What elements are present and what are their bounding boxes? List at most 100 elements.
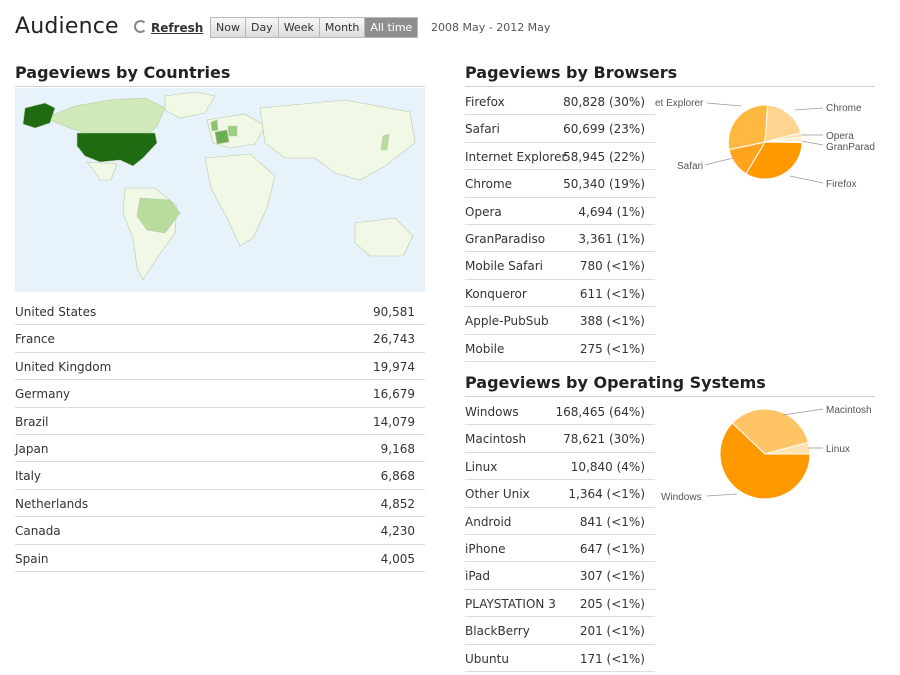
os-name: Macintosh [465, 432, 527, 447]
os-value: 168,465 (64%) [555, 405, 645, 419]
map-region-france [214, 129, 230, 145]
refresh-icon [134, 20, 147, 33]
table-row: Other Unix 1,364 (<1%) [465, 480, 655, 508]
table-row: Linux 10,840 (4%) [465, 453, 655, 481]
table-row: iPad 307 (<1%) [465, 562, 655, 590]
label-leader [706, 102, 742, 107]
table-row: Brazil 14,079 [15, 408, 425, 435]
browser-name: Internet Explorer [465, 149, 567, 164]
refresh-label: Refresh [151, 21, 204, 35]
time-range-toggle: Now Day Week Month All time [210, 17, 419, 38]
country-value: 90,581 [373, 305, 415, 319]
refresh-button[interactable]: Refresh [134, 20, 203, 35]
browser-name: Firefox [465, 95, 505, 109]
world-map[interactable] [15, 88, 425, 292]
page-title: Audience [15, 14, 119, 39]
country-value: 19,974 [373, 359, 415, 374]
os-name: Other Unix [465, 487, 530, 502]
browsers-table: Firefox 80,828 (30%) Safari 60,699 (23%) I… [465, 88, 655, 362]
country-value: 4,852 [380, 496, 415, 511]
table-row: Opera 4,694 (1%) [465, 198, 655, 225]
browser-value: 780 (<1%) [579, 259, 645, 274]
browser-name: Konqueror [465, 286, 527, 301]
country-name: Germany [15, 387, 71, 402]
table-row: PLAYSTATION 3 205 (<1%) [465, 590, 655, 618]
country-name: Italy [15, 469, 42, 484]
table-row: Android 841 (<1%) [465, 508, 655, 535]
label-leader [801, 140, 824, 146]
table-row: Germany 16,679 [15, 380, 425, 408]
country-value: 9,168 [380, 441, 415, 456]
label-leader [704, 157, 734, 166]
country-name: United Kingdom [15, 359, 112, 374]
table-row: Spain 4,005 [15, 545, 425, 572]
browser-value: 4,694 (1%) [578, 204, 645, 219]
range-month-button[interactable]: Month [319, 18, 366, 37]
table-row: BlackBerry 201 (<1%) [465, 617, 655, 645]
table-row: Japan 9,168 [15, 435, 425, 463]
os-name: Linux [465, 459, 498, 474]
world-map-svg [15, 88, 425, 292]
country-name: United States [15, 305, 97, 319]
country-name: France [15, 332, 55, 347]
range-day-button[interactable]: Day [245, 18, 279, 37]
table-row: Mobile Safari 780 (<1%) [465, 252, 655, 280]
table-row: Italy 6,868 [15, 462, 425, 490]
table-row: France 26,743 [15, 325, 425, 353]
os-name: Android [465, 514, 512, 529]
country-value: 26,743 [373, 332, 415, 347]
range-all-time-button[interactable]: All time [365, 18, 418, 37]
browser-value: 80,828 (30%) [563, 95, 645, 109]
table-row: Konqueror 611 (<1%) [465, 280, 655, 308]
country-value: 6,868 [380, 469, 415, 484]
table-row: GranParadiso 3,361 (1%) [465, 225, 655, 253]
browser-value: 50,340 (19%) [563, 177, 645, 192]
label-leader [789, 175, 824, 184]
os-pie-chart: Macintosh Linux Windows [661, 405, 872, 503]
pie-label-chrome: Chrome [826, 103, 862, 114]
browser-value: 60,699 (23%) [563, 122, 645, 137]
countries-title: Pageviews by Countries [15, 63, 231, 82]
table-row: Internet Explorer 58,945 (22%) [465, 143, 655, 171]
browser-name: GranParadiso [465, 231, 546, 246]
pie-slice-other-browsers [764, 140, 803, 144]
countries-table: United States 90,581 France 26,743 United … [15, 298, 425, 572]
label-leader [706, 493, 738, 497]
range-now-button[interactable]: Now [211, 18, 246, 37]
os-value: 647 (<1%) [579, 541, 645, 556]
date-range-label: 2008 May - 2012 May [431, 21, 551, 34]
browsers-divider [465, 86, 875, 87]
browser-value: 388 (<1%) [579, 314, 645, 329]
os-value: 201 (<1%) [579, 624, 645, 639]
label-leader [794, 107, 824, 111]
countries-divider [15, 86, 425, 87]
os-name: Ubuntu [465, 651, 509, 666]
browsers-title: Pageviews by Browsers [465, 63, 678, 82]
table-row: Ubuntu 171 (<1%) [465, 645, 655, 672]
os-value: 205 (<1%) [579, 596, 645, 611]
table-row: Firefox 80,828 (30%) [465, 88, 655, 116]
range-week-button[interactable]: Week [278, 18, 320, 37]
country-name: Japan [15, 441, 49, 456]
table-row: Macintosh 78,621 (30%) [465, 425, 655, 453]
table-row: Canada 4,230 [15, 517, 425, 545]
pie-label-linux: Linux [826, 444, 850, 455]
table-row: Netherlands 4,852 [15, 490, 425, 518]
browser-value: 58,945 (22%) [563, 149, 645, 164]
browser-name: Chrome [465, 177, 513, 192]
browsers-pie-chart: et Explorer Chrome Opera GranParad Safar… [655, 98, 875, 190]
country-value: 14,079 [373, 414, 415, 429]
os-divider [465, 396, 875, 397]
table-row: United Kingdom 19,974 [15, 353, 425, 381]
os-name: Windows [465, 405, 519, 419]
country-name: Brazil [15, 414, 49, 429]
os-name: iPad [465, 569, 491, 584]
os-value: 78,621 (30%) [563, 432, 645, 447]
browser-value: 275 (<1%) [579, 341, 645, 356]
pie-label-macintosh: Macintosh [826, 405, 872, 416]
os-name: PLAYSTATION 3 [465, 596, 556, 611]
browser-name: Mobile Safari [465, 259, 543, 274]
pie-label-windows: Windows [661, 492, 702, 503]
browser-name: Opera [465, 204, 502, 219]
browser-name: Apple-PubSub [465, 314, 549, 329]
